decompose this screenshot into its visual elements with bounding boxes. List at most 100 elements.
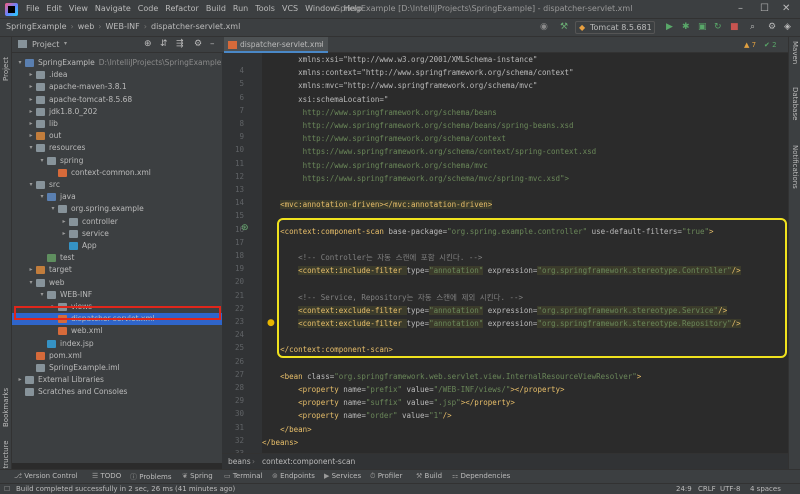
code-line[interactable]: </bean>	[262, 423, 312, 436]
maximize-icon[interactable]: ☐	[760, 3, 769, 14]
tool-dependencies[interactable]: ⚏ Dependencies	[452, 472, 510, 480]
build-hammer-icon[interactable]: ⚒	[560, 22, 568, 32]
tool-spring[interactable]: ❦ Spring	[182, 472, 213, 480]
chevron-icon[interactable]: ▸	[16, 374, 24, 386]
tree-item[interactable]: ▾ spring	[12, 155, 222, 167]
menu-build[interactable]: Build	[206, 4, 226, 13]
tree-item[interactable]: ▸ jdk1.8.0_202	[12, 106, 222, 118]
chevron-icon[interactable]: ▾	[27, 179, 35, 191]
profile-icon[interactable]: ↻	[714, 22, 722, 32]
collapse-all-icon[interactable]: ⇶	[176, 39, 184, 49]
gear-icon[interactable]: ⚙	[194, 39, 202, 49]
file-encoding[interactable]: UTF-8	[720, 485, 740, 493]
search-icon[interactable]: ⌕	[750, 22, 755, 32]
tree-item[interactable]: ▸ .idea	[12, 69, 222, 81]
tool-services[interactable]: ▶ Services	[324, 472, 361, 480]
chevron-down-icon[interactable]: ▾	[64, 40, 67, 47]
chevron-icon[interactable]: ▸	[60, 228, 68, 240]
project-panel-title[interactable]: Project	[32, 40, 59, 49]
bookmarks-tool-button[interactable]: Bookmarks	[2, 377, 10, 427]
close-icon[interactable]: ✕	[782, 3, 790, 14]
run-icon[interactable]: ▶	[666, 22, 673, 32]
tree-item[interactable]: ▸ External Libraries	[12, 374, 222, 386]
coverage-icon[interactable]: ▣	[698, 22, 707, 32]
tree-item[interactable]: test	[12, 252, 222, 264]
tool-terminal[interactable]: ▭ Terminal	[224, 472, 262, 480]
menu-tools[interactable]: Tools	[255, 4, 275, 13]
line-separator[interactable]: CRLF	[698, 485, 716, 493]
database-tool-button[interactable]: Database	[791, 87, 799, 137]
minimize-icon[interactable]: –	[738, 3, 743, 14]
code-line[interactable]: http://www.springframework.org/schema/mv…	[262, 159, 488, 172]
stop-icon[interactable]: ■	[730, 22, 739, 32]
breadcrumb-item[interactable]: SpringExample	[6, 22, 67, 31]
tree-item[interactable]: ▸ service	[12, 228, 222, 240]
chevron-icon[interactable]: ▾	[38, 155, 46, 167]
chevron-icon[interactable]: ▸	[27, 118, 35, 130]
code-line[interactable]: xmlns:xsi="http://www.w3.org/2001/XMLSch…	[262, 53, 537, 66]
settings-icon[interactable]: ⚙	[768, 22, 776, 32]
project-tool-button[interactable]: Project	[2, 41, 10, 81]
code-line[interactable]: <property name="order" value="1"/>	[262, 409, 452, 422]
debug-icon[interactable]: ✱	[682, 22, 690, 32]
caret-position[interactable]: 24:9	[676, 485, 692, 493]
chevron-icon[interactable]: ▸	[27, 69, 35, 81]
chevron-icon[interactable]: ▸	[27, 106, 35, 118]
tool-problems[interactable]: ⓘ Problems	[130, 472, 172, 482]
tree-item[interactable]: ▾ src	[12, 179, 222, 191]
tree-item[interactable]: SpringExample.iml	[12, 362, 222, 374]
tree-item[interactable]: ▾ resources	[12, 142, 222, 154]
hide-panel-icon[interactable]: –	[210, 39, 215, 49]
code-line[interactable]: <property name="suffix" value=".jsp"></p…	[262, 396, 515, 409]
expand-all-icon[interactable]: ⇵	[160, 39, 168, 49]
chevron-icon[interactable]: ▸	[27, 264, 35, 276]
chevron-icon[interactable]: ▸	[27, 81, 35, 93]
tree-item[interactable]: ▸ apache-maven-3.8.1	[12, 81, 222, 93]
tool-version-control[interactable]: ⎇ Version Control	[14, 472, 78, 480]
tree-item[interactable]: pom.xml	[12, 350, 222, 362]
tree-item[interactable]: web.xml	[12, 325, 222, 337]
chevron-icon[interactable]: ▸	[27, 94, 35, 106]
locate-icon[interactable]: ⊕	[144, 39, 152, 49]
tool-build[interactable]: ⚒ Build	[416, 472, 442, 480]
menu-vcs[interactable]: VCS	[282, 4, 298, 13]
run-configuration-select[interactable]: ◆ Tomcat 8.5.681	[575, 21, 655, 34]
notifications-tool-button[interactable]: Notifications	[791, 145, 799, 215]
tree-item[interactable]: ▾ web	[12, 277, 222, 289]
breadcrumb-component-scan[interactable]: context:component-scan	[262, 457, 355, 466]
menu-navigate[interactable]: Navigate	[95, 4, 131, 13]
menu-edit[interactable]: Edit	[46, 4, 62, 13]
code-line[interactable]: </beans>	[262, 436, 298, 449]
breadcrumb-item[interactable]: dispatcher-servlet.xml	[151, 22, 240, 31]
tree-item[interactable]: ▾ java	[12, 191, 222, 203]
tab-dispatcher-servlet[interactable]: dispatcher-servlet.xml ×	[224, 37, 328, 53]
indent-setting[interactable]: 4 spaces	[750, 485, 781, 493]
tree-item[interactable]: ▾ WEB-INF	[12, 289, 222, 301]
lightbulb-icon[interactable]: ●	[267, 318, 275, 328]
breadcrumb-item[interactable]: web	[78, 22, 95, 31]
ide-logo-icon[interactable]: ◈	[784, 22, 791, 32]
code-line[interactable]: xsi:schemaLocation="	[262, 93, 388, 106]
code-line[interactable]: xmlns:context="http://www.springframewor…	[262, 66, 573, 79]
chevron-icon[interactable]: ▾	[27, 277, 35, 289]
menu-code[interactable]: Code	[138, 4, 158, 13]
tree-item[interactable]: ▾ SpringExample D:\IntelliJProjects\Spring…	[12, 57, 222, 69]
chevron-icon[interactable]: ▾	[38, 191, 46, 203]
tree-item[interactable]: Scratches and Consoles	[12, 386, 222, 398]
code-line[interactable]: <bean class="org.springframework.web.ser…	[262, 370, 641, 383]
code-line[interactable]: http://www.springframework.org/schema/be…	[262, 119, 574, 132]
close-tab-icon[interactable]: ×	[318, 37, 324, 52]
tree-item[interactable]: ▾ org.spring.example	[12, 203, 222, 215]
breadcrumb-item[interactable]: WEB-INF	[105, 22, 139, 31]
structure-tool-button[interactable]: Structure	[2, 433, 10, 473]
tree-item[interactable]: ▸ out	[12, 130, 222, 142]
spring-bean-gutter-icon[interactable]: ⊛	[241, 223, 249, 233]
check-count[interactable]: ✔ 2	[764, 41, 777, 49]
warning-count[interactable]: ▲ 7	[744, 41, 756, 49]
code-line[interactable]: <mvc:annotation-driven></mvc:annotation-…	[262, 198, 493, 211]
chevron-icon[interactable]: ▾	[38, 289, 46, 301]
menu-run[interactable]: Run	[233, 4, 248, 13]
chevron-icon[interactable]: ▸	[27, 130, 35, 142]
code-line[interactable]: xmlns:mvc="http://www.springframework.or…	[262, 79, 537, 92]
tree-item[interactable]: ▸ controller	[12, 216, 222, 228]
